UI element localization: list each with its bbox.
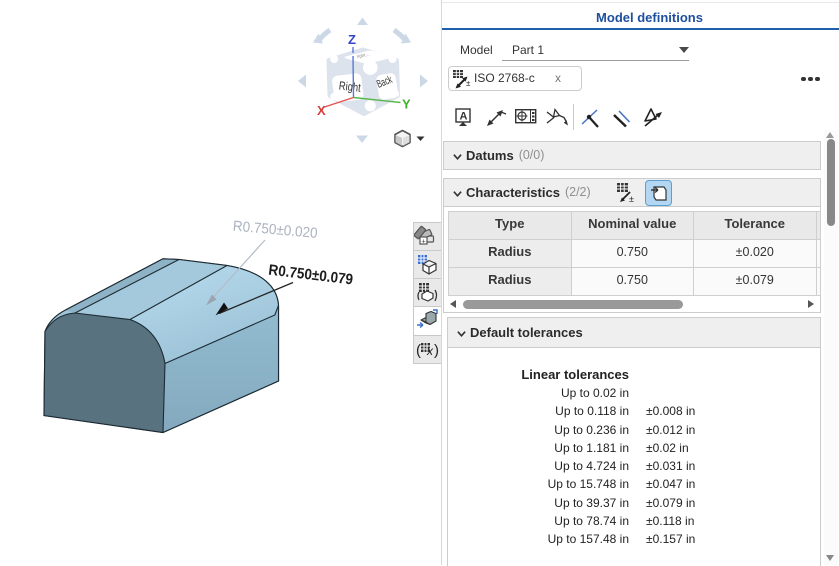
svg-text:+: + xyxy=(422,238,426,245)
svg-text:±: ± xyxy=(629,194,634,204)
svg-text:A: A xyxy=(460,111,468,123)
svg-text:±: ± xyxy=(466,79,471,88)
svg-text:R0.750±0.020: R0.750±0.020 xyxy=(232,219,318,242)
svg-text:): ) xyxy=(434,342,439,359)
svg-text:Right: Right xyxy=(338,79,362,95)
svg-text:x: x xyxy=(426,344,434,358)
svg-text:(: ( xyxy=(416,342,421,359)
svg-text:Z: Z xyxy=(348,32,356,47)
svg-text:Y: Y xyxy=(402,97,411,112)
svg-text:X: X xyxy=(317,103,326,118)
svg-text:R0.750±0.079: R0.750±0.079 xyxy=(268,262,354,289)
